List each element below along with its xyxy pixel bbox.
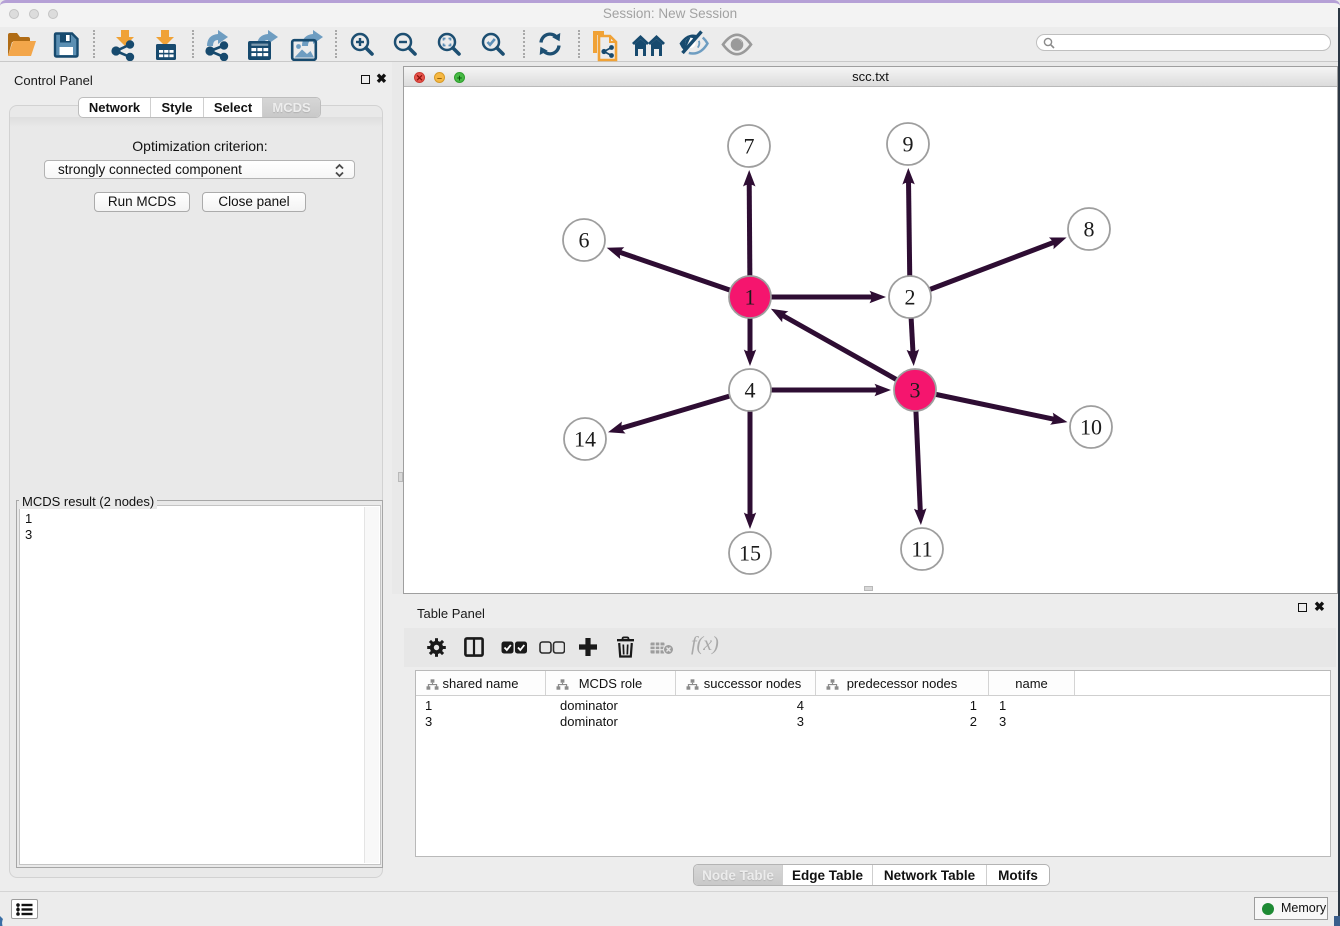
svg-text:4: 4 <box>745 378 756 403</box>
svg-text:1: 1 <box>745 285 756 310</box>
svg-text:8: 8 <box>1084 217 1095 242</box>
svg-text:9: 9 <box>903 132 914 157</box>
svg-text:3: 3 <box>910 378 921 403</box>
svg-text:6: 6 <box>579 228 590 253</box>
svg-text:2: 2 <box>905 285 916 310</box>
svg-text:7: 7 <box>744 134 755 159</box>
svg-text:10: 10 <box>1080 415 1102 440</box>
svg-text:15: 15 <box>739 541 761 566</box>
svg-text:11: 11 <box>911 537 932 562</box>
svg-text:14: 14 <box>574 427 596 452</box>
